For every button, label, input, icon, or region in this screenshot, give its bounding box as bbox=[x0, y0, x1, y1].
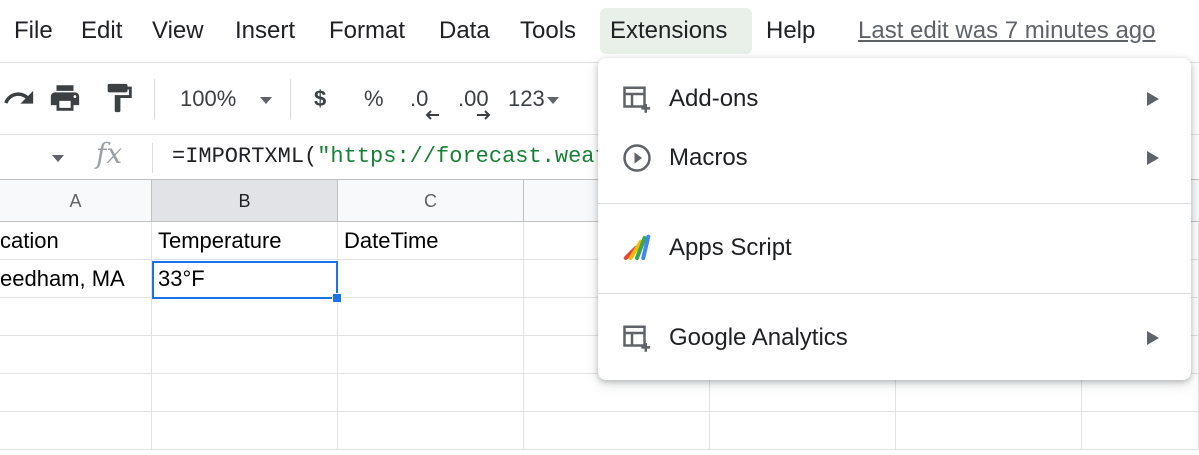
fill-handle[interactable] bbox=[332, 293, 342, 303]
formula-input[interactable]: =IMPORTXML("https://forecast.weat bbox=[172, 144, 608, 169]
paint-format-icon[interactable] bbox=[102, 81, 136, 113]
cell-c1[interactable]: DateTime bbox=[338, 222, 524, 260]
cell-c4[interactable] bbox=[338, 336, 524, 374]
active-cell-outline bbox=[152, 261, 338, 299]
toolbar-separator bbox=[154, 79, 155, 119]
cell-a3[interactable] bbox=[0, 298, 152, 336]
submenu-arrow-icon bbox=[1147, 151, 1159, 165]
name-box-dropdown-icon[interactable] bbox=[52, 155, 64, 162]
arrow-left-icon bbox=[425, 110, 439, 120]
arrow-right-icon bbox=[477, 110, 491, 120]
cell-c5[interactable] bbox=[338, 374, 524, 412]
menu-item-label: Add-ons bbox=[669, 85, 759, 112]
chevron-down-icon bbox=[546, 96, 559, 104]
redo-icon[interactable] bbox=[2, 81, 36, 113]
add-on-icon bbox=[623, 325, 651, 352]
cell-c2[interactable] bbox=[338, 260, 524, 298]
zoom-select[interactable]: 100% bbox=[180, 83, 273, 115]
menu-insert[interactable]: Insert bbox=[225, 8, 305, 54]
more-formats-label: 123 bbox=[508, 86, 545, 111]
formula-separator bbox=[152, 143, 153, 173]
formula-string: "https://forecast.weat bbox=[317, 144, 608, 169]
menu-separator bbox=[598, 293, 1191, 294]
cell-d6[interactable] bbox=[524, 412, 710, 450]
more-formats-select[interactable]: 123 bbox=[508, 83, 559, 115]
menu-item-label: Apps Script bbox=[669, 234, 792, 261]
cell-b3[interactable] bbox=[152, 298, 338, 336]
cell-e6[interactable] bbox=[710, 412, 896, 450]
toolbar-separator bbox=[290, 79, 291, 119]
cell-b5[interactable] bbox=[152, 374, 338, 412]
cell-a4[interactable] bbox=[0, 336, 152, 374]
cell-c3[interactable] bbox=[338, 298, 524, 336]
menu-edit[interactable]: Edit bbox=[71, 8, 132, 54]
decrease-decimal-label: .0 bbox=[410, 86, 429, 111]
cell-c6[interactable] bbox=[338, 412, 524, 450]
cell-b6[interactable] bbox=[152, 412, 338, 450]
print-icon[interactable] bbox=[48, 81, 82, 113]
menu-help[interactable]: Help bbox=[756, 8, 825, 54]
menu-bar: File Edit View Insert Format Data Tools … bbox=[0, 0, 1199, 62]
add-on-icon bbox=[623, 86, 651, 113]
menu-view[interactable]: View bbox=[142, 8, 214, 54]
column-header-c[interactable]: C bbox=[338, 180, 524, 222]
play-circle-icon bbox=[623, 144, 651, 172]
menu-separator bbox=[598, 203, 1191, 204]
menu-file[interactable]: File bbox=[4, 8, 63, 54]
decrease-decimal-button[interactable]: .0 bbox=[410, 83, 439, 120]
menu-item-macros[interactable]: Macros bbox=[598, 131, 1191, 185]
chevron-down-icon bbox=[260, 96, 273, 104]
submenu-arrow-icon bbox=[1147, 331, 1159, 345]
last-edit-link[interactable]: Last edit was 7 minutes ago bbox=[858, 8, 1156, 54]
fx-icon: fx bbox=[96, 137, 123, 170]
column-header-a[interactable]: A bbox=[0, 180, 152, 222]
cell-g6[interactable] bbox=[1082, 412, 1199, 450]
cell-f6[interactable] bbox=[896, 412, 1082, 450]
cell-a6[interactable] bbox=[0, 412, 152, 450]
cell-a5[interactable] bbox=[0, 374, 152, 412]
menu-data[interactable]: Data bbox=[429, 8, 500, 54]
menu-item-google-analytics[interactable]: Google Analytics bbox=[598, 311, 1191, 365]
menu-item-label: Macros bbox=[669, 144, 748, 171]
menu-format[interactable]: Format bbox=[319, 8, 415, 54]
currency-format-button[interactable]: $ bbox=[314, 83, 326, 115]
extensions-menu: Add-ons Macros Apps Script Google Analyt… bbox=[598, 58, 1191, 380]
percent-format-button[interactable]: % bbox=[364, 83, 384, 115]
increase-decimal-label: .00 bbox=[458, 86, 489, 111]
apps-script-icon bbox=[623, 234, 651, 260]
formula-function: =IMPORTXML( bbox=[172, 144, 318, 169]
menu-item-add-ons[interactable]: Add-ons bbox=[598, 72, 1191, 126]
zoom-value: 100% bbox=[180, 86, 237, 111]
column-header-b[interactable]: B bbox=[152, 180, 338, 222]
menu-extensions[interactable]: Extensions bbox=[600, 8, 752, 54]
cell-a1[interactable]: cation bbox=[0, 222, 152, 260]
menu-item-label: Google Analytics bbox=[669, 324, 848, 351]
cell-a2[interactable]: eedham, MA bbox=[0, 260, 152, 298]
menu-item-apps-script[interactable]: Apps Script bbox=[598, 221, 1191, 275]
cell-b1[interactable]: Temperature bbox=[152, 222, 338, 260]
increase-decimal-button[interactable]: .00 bbox=[458, 83, 491, 120]
cell-b4[interactable] bbox=[152, 336, 338, 374]
menu-tools[interactable]: Tools bbox=[510, 8, 586, 54]
submenu-arrow-icon bbox=[1147, 92, 1159, 106]
